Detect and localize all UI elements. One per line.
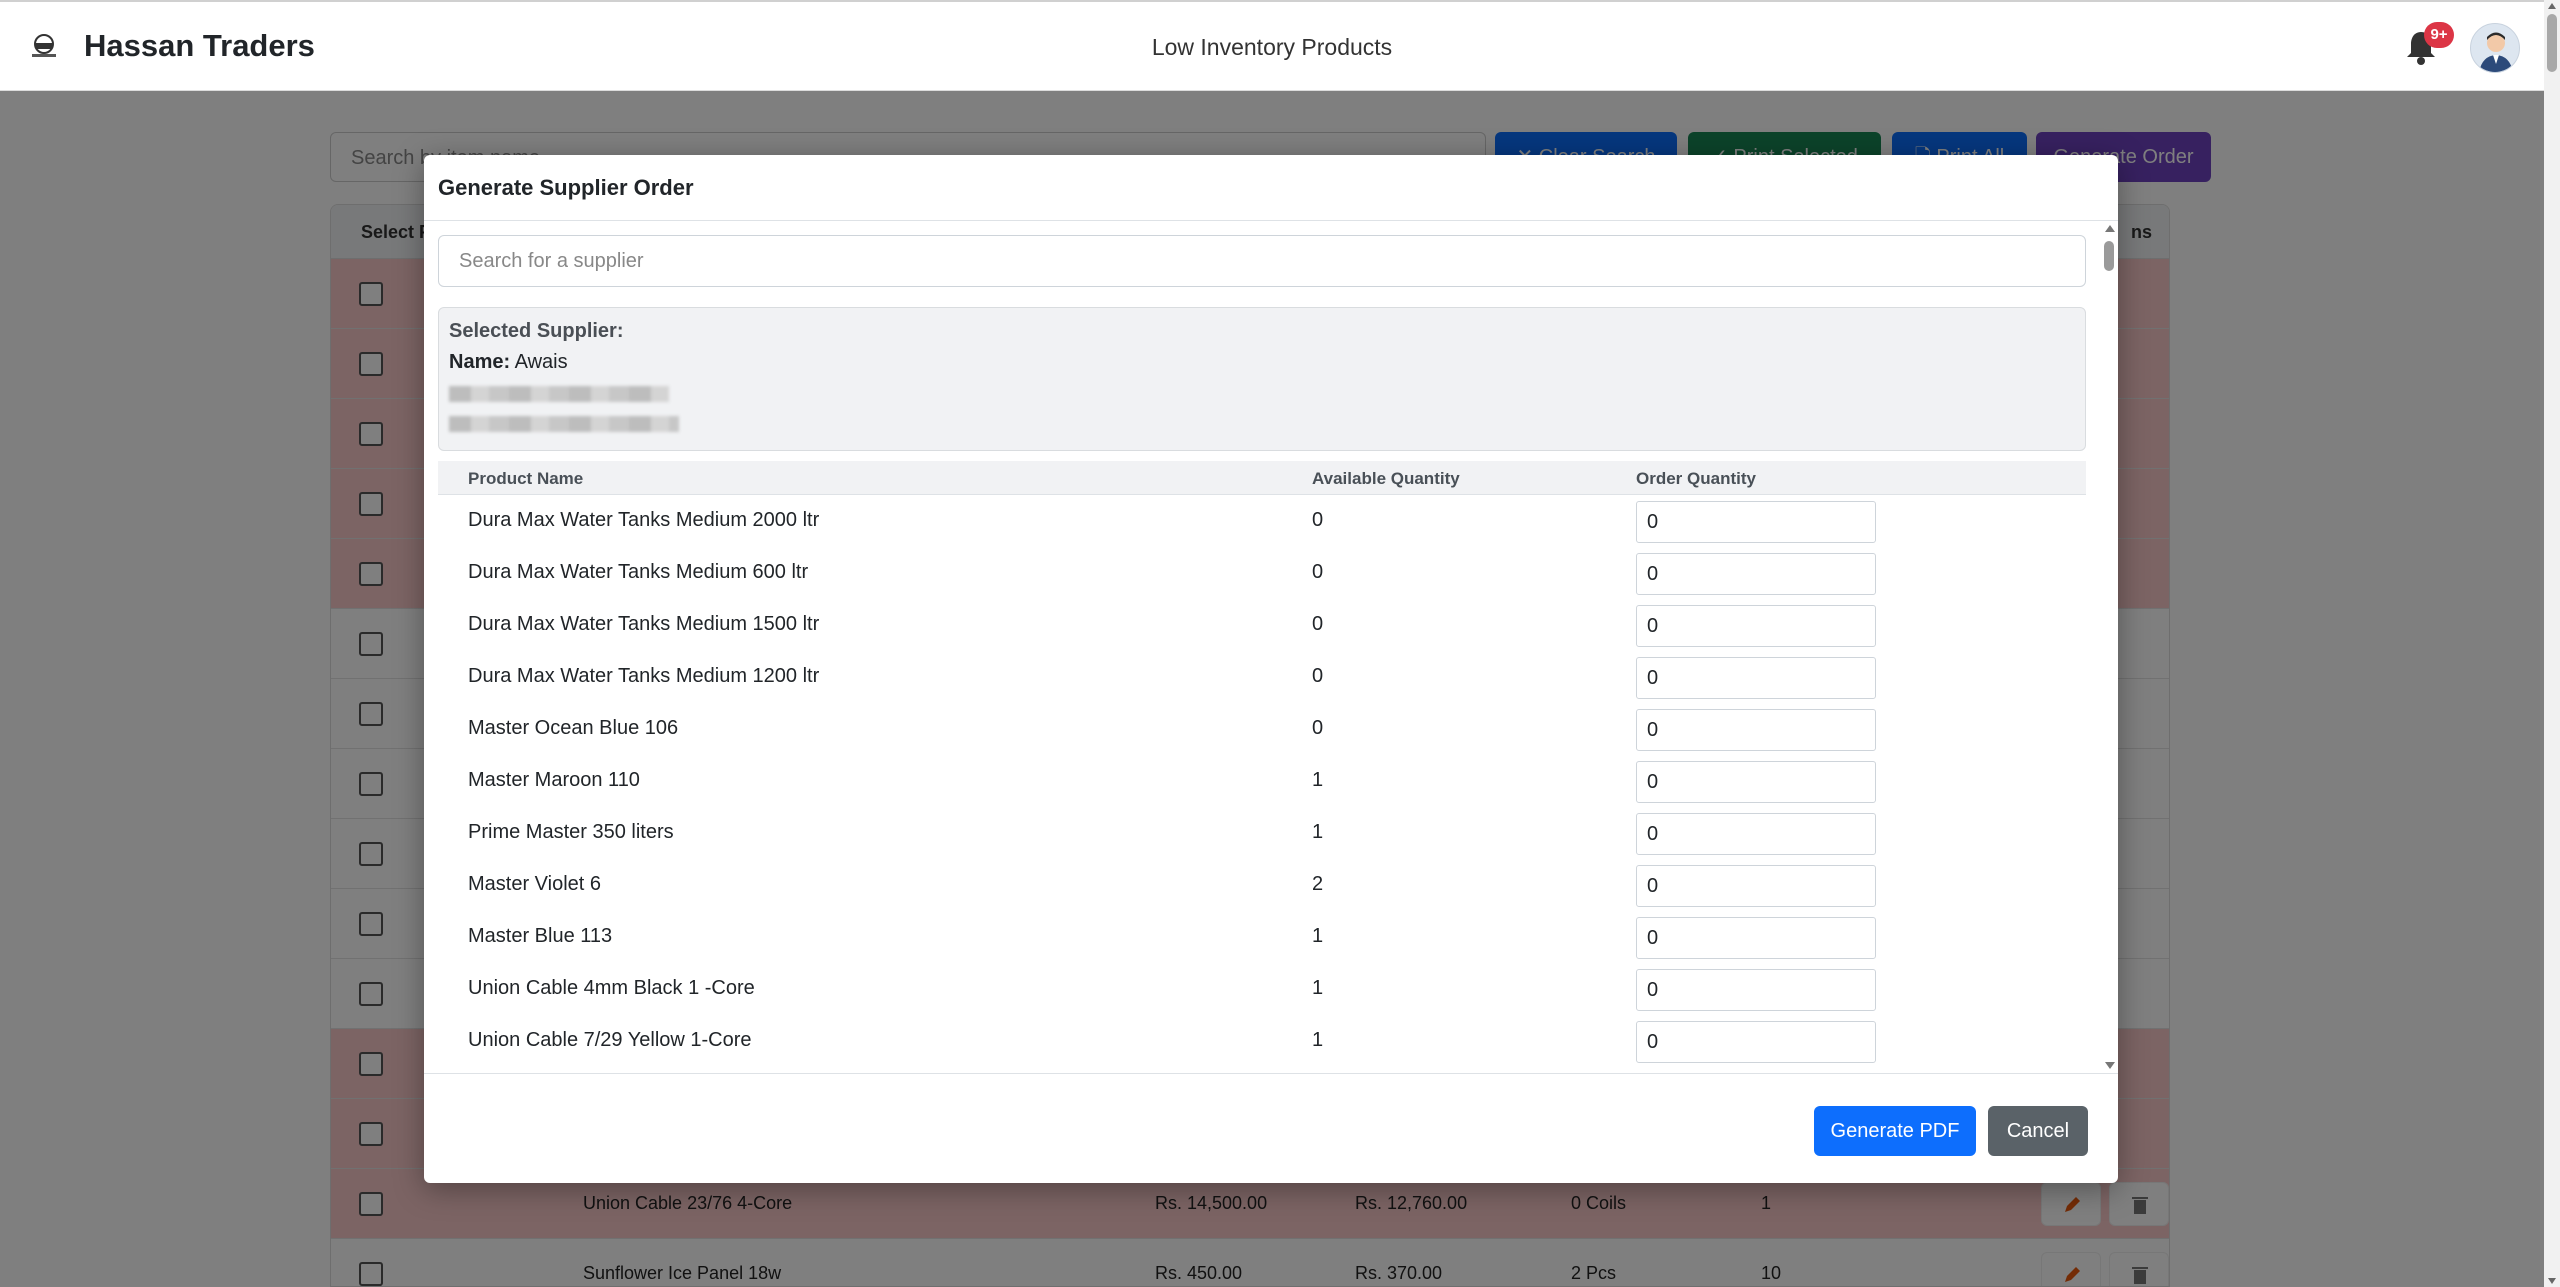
product-name: Master Blue 113: [468, 925, 613, 947]
col-available-quantity: Available Quantity: [1312, 469, 1460, 488]
product-name: Union Cable 4mm Black 1 -Core: [468, 977, 755, 999]
supplier-name-value: Awais: [514, 351, 568, 373]
redacted-address-line: [449, 416, 679, 432]
order-quantity-input[interactable]: [1636, 709, 1876, 751]
modal-scrollbar[interactable]: [2100, 221, 2118, 1073]
order-quantity-input[interactable]: [1636, 917, 1876, 959]
order-product-row: Prime Master 350 liters 1: [438, 807, 2086, 859]
available-quantity: 1: [1312, 769, 1324, 791]
order-product-row: Dura Max Water Tanks Medium 1500 ltr 0: [438, 599, 2086, 651]
product-name: Master Maroon 110: [468, 769, 640, 791]
available-quantity: 1: [1312, 821, 1324, 843]
available-quantity: 0: [1312, 509, 1324, 531]
selected-supplier-card: Selected Supplier: Name: Awais: [438, 307, 2086, 451]
supplier-order-modal: Generate Supplier Order Selected Supplie…: [424, 155, 2118, 1183]
order-products-table: Product Name Available Quantity Order Qu…: [438, 461, 2086, 1067]
order-product-row: Master Ocean Blue 106 0: [438, 703, 2086, 755]
user-avatar-icon: [2479, 32, 2513, 72]
product-name: Union Cable 7/29 Yellow 1-Core: [468, 1029, 752, 1051]
available-quantity: 2: [1312, 873, 1324, 895]
notification-badge: 9+: [2424, 22, 2454, 48]
available-quantity: 0: [1312, 561, 1324, 583]
scrollbar-thumb[interactable]: [2104, 241, 2114, 271]
order-table-header: Product Name Available Quantity Order Qu…: [438, 461, 2086, 495]
supplier-name: Name: Awais: [449, 351, 2075, 374]
order-quantity-input[interactable]: [1636, 761, 1876, 803]
product-name: Dura Max Water Tanks Medium 600 ltr: [468, 561, 809, 583]
col-product-name: Product Name: [468, 469, 584, 488]
order-quantity-input[interactable]: [1636, 969, 1876, 1011]
top-navbar: Hassan Traders Low Inventory Products 9+: [0, 0, 2544, 91]
supplier-search-input[interactable]: [438, 235, 2086, 287]
available-quantity: 0: [1312, 665, 1324, 687]
page-title: Low Inventory Products: [1151, 34, 1393, 60]
order-product-row: Dura Max Water Tanks Medium 1200 ltr 0: [438, 651, 2086, 703]
product-name: Master Violet 6: [468, 873, 602, 895]
product-name: Dura Max Water Tanks Medium 1500 ltr: [468, 613, 820, 635]
scroll-up-arrow-icon[interactable]: [2548, 3, 2556, 9]
order-quantity-input[interactable]: [1636, 553, 1876, 595]
scroll-up-arrow-icon[interactable]: [2105, 225, 2115, 232]
user-avatar[interactable]: [2470, 23, 2520, 73]
order-product-row: Master Violet 6 2: [438, 859, 2086, 911]
order-quantity-input[interactable]: [1636, 813, 1876, 855]
available-quantity: 1: [1312, 1029, 1324, 1051]
order-product-row: Union Cable 4mm Black 1 -Core 1: [438, 963, 2086, 1015]
available-quantity: 1: [1312, 977, 1324, 999]
available-quantity: 0: [1312, 717, 1324, 739]
scrollbar-thumb[interactable]: [2547, 14, 2557, 72]
modal-footer: Generate PDF Cancel: [424, 1073, 2118, 1183]
order-product-row: Master Blue 113 1: [438, 911, 2086, 963]
scroll-down-arrow-icon[interactable]: [2105, 1062, 2115, 1069]
product-name: Dura Max Water Tanks Medium 1200 ltr: [468, 665, 820, 687]
order-product-row: Dura Max Water Tanks Medium 600 ltr 0: [438, 547, 2086, 599]
supplier-name-label: Name:: [449, 351, 511, 373]
order-quantity-input[interactable]: [1636, 1021, 1876, 1063]
order-quantity-input[interactable]: [1636, 605, 1876, 647]
order-quantity-input[interactable]: [1636, 657, 1876, 699]
selected-supplier-heading: Selected Supplier:: [449, 320, 624, 342]
order-quantity-input[interactable]: [1636, 865, 1876, 907]
product-name: Dura Max Water Tanks Medium 2000 ltr: [468, 509, 820, 531]
redacted-contact-line: [449, 386, 669, 402]
order-quantity-input[interactable]: [1636, 501, 1876, 543]
page-scrollbar[interactable]: [2544, 0, 2560, 1287]
order-product-row: Union Cable 7/29 Yellow 1-Core 1: [438, 1015, 2086, 1067]
order-product-row: Dura Max Water Tanks Medium 2000 ltr 0: [438, 495, 2086, 547]
product-name: Prime Master 350 liters: [468, 821, 674, 843]
generate-pdf-button[interactable]: Generate PDF: [1814, 1106, 1976, 1156]
col-order-quantity: Order Quantity: [1636, 469, 1756, 488]
product-name: Master Ocean Blue 106: [468, 717, 679, 739]
modal-title: Generate Supplier Order: [424, 155, 2118, 221]
modal-body: Selected Supplier: Name: Awais Product N…: [424, 221, 2118, 1073]
available-quantity: 1: [1312, 925, 1324, 947]
cancel-button[interactable]: Cancel: [1988, 1106, 2088, 1156]
available-quantity: 0: [1312, 613, 1324, 635]
scroll-down-arrow-icon[interactable]: [2548, 1278, 2556, 1284]
order-product-row: Master Maroon 110 1: [438, 755, 2086, 807]
